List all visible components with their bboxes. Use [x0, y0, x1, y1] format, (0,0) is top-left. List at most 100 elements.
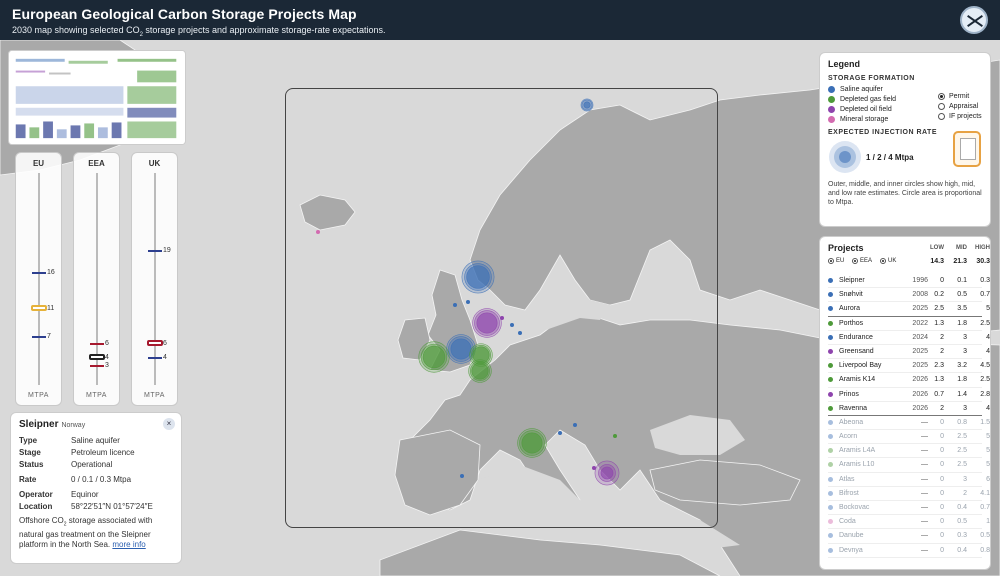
slider-handle-mid[interactable] — [146, 340, 163, 347]
project-dot-icon — [828, 363, 833, 369]
page-title: European Geological Carbon Storage Proje… — [12, 6, 357, 22]
project-info-card: Sleipner Norway × Type Saline aquifer Stage… — [10, 412, 182, 564]
project-row[interactable]: Prinos 2026 0.7 1.4 2.8 — [828, 388, 990, 402]
filter-uk[interactable]: UK — [880, 258, 896, 264]
stage-radio[interactable]: Appraisal — [938, 103, 982, 110]
stage-radio[interactable]: Permit — [938, 93, 982, 100]
slider-value-low: 7 — [47, 333, 51, 341]
slider-value-mid: 4 — [105, 354, 109, 362]
project-row[interactable]: Abeona —0 0.8 1.5 — [828, 416, 990, 431]
legend-title: Legend — [828, 59, 861, 69]
logo-icon[interactable] — [960, 6, 988, 34]
page-subtitle: 2030 map showing selected CO2 storage pr… — [12, 25, 386, 38]
slider-handle-mid[interactable] — [88, 354, 105, 361]
filter-eu[interactable]: EU — [828, 258, 844, 264]
project-row[interactable]: Aramis K14 2026 1.3 1.8 2.5 — [828, 373, 990, 388]
slider-handle-low[interactable] — [89, 364, 104, 367]
formation-title: STORAGE FORMATION — [828, 75, 915, 82]
slider-track[interactable] — [153, 173, 156, 385]
legend-note: Outer, middle, and inner circles show hi… — [828, 181, 982, 206]
project-row[interactable]: Greensand 2025 2 3 4 — [828, 345, 990, 360]
slider-label: UK — [148, 159, 161, 168]
formation-item[interactable]: Saline aquifer — [828, 86, 982, 93]
project-dot-icon — [828, 434, 833, 440]
slider-handle-high[interactable] — [31, 271, 46, 274]
more-info-link[interactable]: more info — [112, 540, 145, 549]
slider-handle-low[interactable] — [31, 336, 46, 339]
project-row[interactable]: Coda —0 0.5 1 — [828, 515, 990, 530]
slider-handle-mid[interactable] — [30, 304, 47, 311]
project-dot-icon — [828, 306, 833, 312]
col-low: LOW — [930, 245, 944, 251]
info-description: Offshore CO2 storage associated with nat… — [19, 516, 153, 549]
total-mid: 21.3 — [953, 258, 967, 265]
project-dot-icon — [828, 278, 833, 283]
col-mid: MID — [956, 245, 967, 251]
project-row[interactable]: Acorn —0 2.5 5 — [828, 430, 990, 445]
total-low: 14.3 — [930, 258, 944, 265]
slider-value-mid: 11 — [47, 304, 55, 312]
project-dot-icon — [828, 505, 833, 510]
overview-thumbnail[interactable] — [8, 50, 186, 145]
project-dot-icon — [828, 348, 833, 354]
slider-unit: MTPA — [86, 392, 107, 399]
slider-track[interactable] — [37, 173, 40, 385]
legend-panel: Legend STORAGE FORMATION Saline aquifer D… — [819, 52, 991, 227]
stage-radio[interactable]: IF projects — [938, 113, 982, 120]
project-row[interactable]: Porthos 2022 1.3 1.8 2.5 — [828, 317, 990, 331]
info-row-rate: Rate 0 / 0.1 / 0.3 Mtpa — [19, 475, 132, 484]
slider-2[interactable]: UK MTPA 19 6 4 — [131, 152, 178, 406]
project-row[interactable]: Sleipner 1996 0 0.1 0.3 — [828, 274, 990, 289]
slider-handle-low[interactable] — [147, 357, 162, 360]
project-row[interactable]: Aramis L10—0 2.5 5 — [828, 458, 990, 473]
project-dot-icon — [828, 419, 833, 425]
project-dot-icon — [828, 547, 833, 553]
project-row[interactable]: Endurance 2024 2 3 4 — [828, 331, 990, 345]
formation-dot-icon — [828, 106, 835, 113]
slider-unit: MTPA — [144, 392, 165, 399]
filter-eea[interactable]: EEA — [852, 258, 872, 264]
project-dot-icon — [828, 533, 833, 539]
slider-value-mid: 6 — [163, 340, 167, 348]
formation-dot-icon — [828, 86, 835, 93]
project-row[interactable]: Ravenna 2026 2 3 4 — [828, 402, 990, 416]
slider-value-high: 6 — [105, 340, 109, 348]
project-row[interactable]: Devnya —0 0.4 0.8 — [828, 544, 990, 558]
slider-label: EEA — [88, 159, 105, 168]
map-focus-frame — [285, 88, 718, 528]
project-row[interactable]: Bifrost —0 2 4.1 — [828, 487, 990, 501]
project-dot-icon — [828, 476, 833, 482]
project-row[interactable]: Snøhvit 2008 0.2 0.5 0.7 — [828, 288, 990, 303]
project-dot-icon — [828, 292, 833, 298]
project-row[interactable]: Atlas —0 3 6 — [828, 473, 990, 487]
info-row: Stage Petroleum licence — [19, 448, 135, 457]
slider-track[interactable] — [95, 173, 98, 385]
project-row[interactable]: Bockovac —0 0.4 0.7 — [828, 501, 990, 516]
slider-handle-high[interactable] — [89, 343, 104, 346]
close-icon[interactable]: × — [163, 418, 175, 430]
document-icon[interactable] — [953, 131, 981, 167]
slider-value-low: 3 — [105, 361, 109, 369]
rate-circles-icon — [829, 141, 861, 173]
slider-handle-high[interactable] — [147, 250, 162, 253]
project-row[interactable]: Danube —0 0.3 0.5 — [828, 529, 990, 544]
formation-dot-icon — [828, 116, 835, 123]
slider-1[interactable]: EEA MTPA 6 4 3 — [73, 152, 120, 406]
project-dot-icon — [828, 448, 833, 454]
project-dot-icon — [828, 490, 833, 496]
app-header: European Geological Carbon Storage Proje… — [0, 0, 1000, 40]
slider-value-high: 16 — [47, 268, 55, 276]
slider-0[interactable]: EU MTPA 16 11 7 — [15, 152, 62, 406]
col-high: HIGH — [975, 245, 990, 251]
info-row: Operator Equinor — [19, 490, 99, 499]
project-row[interactable]: Aramis L4A —0 2.5 5 — [828, 444, 990, 459]
slider-unit: MTPA — [28, 392, 49, 399]
project-dot-icon — [828, 462, 833, 468]
project-row[interactable]: Aurora 2025 2.5 3.5 5 — [828, 302, 990, 317]
formation-dot-icon — [828, 96, 835, 103]
projects-title: Projects — [828, 243, 864, 253]
rate-label: 1 / 2 / 4 Mtpa — [866, 152, 914, 162]
info-row: Location 58°22′51″N 01°57′24″E — [19, 502, 153, 511]
projects-panel: Projects LOW MID HIGH EU EEA UK 14.3 21.… — [819, 236, 991, 570]
project-row[interactable]: Liverpool Bay 2025 2.3 3.2 4.5 — [828, 359, 990, 374]
